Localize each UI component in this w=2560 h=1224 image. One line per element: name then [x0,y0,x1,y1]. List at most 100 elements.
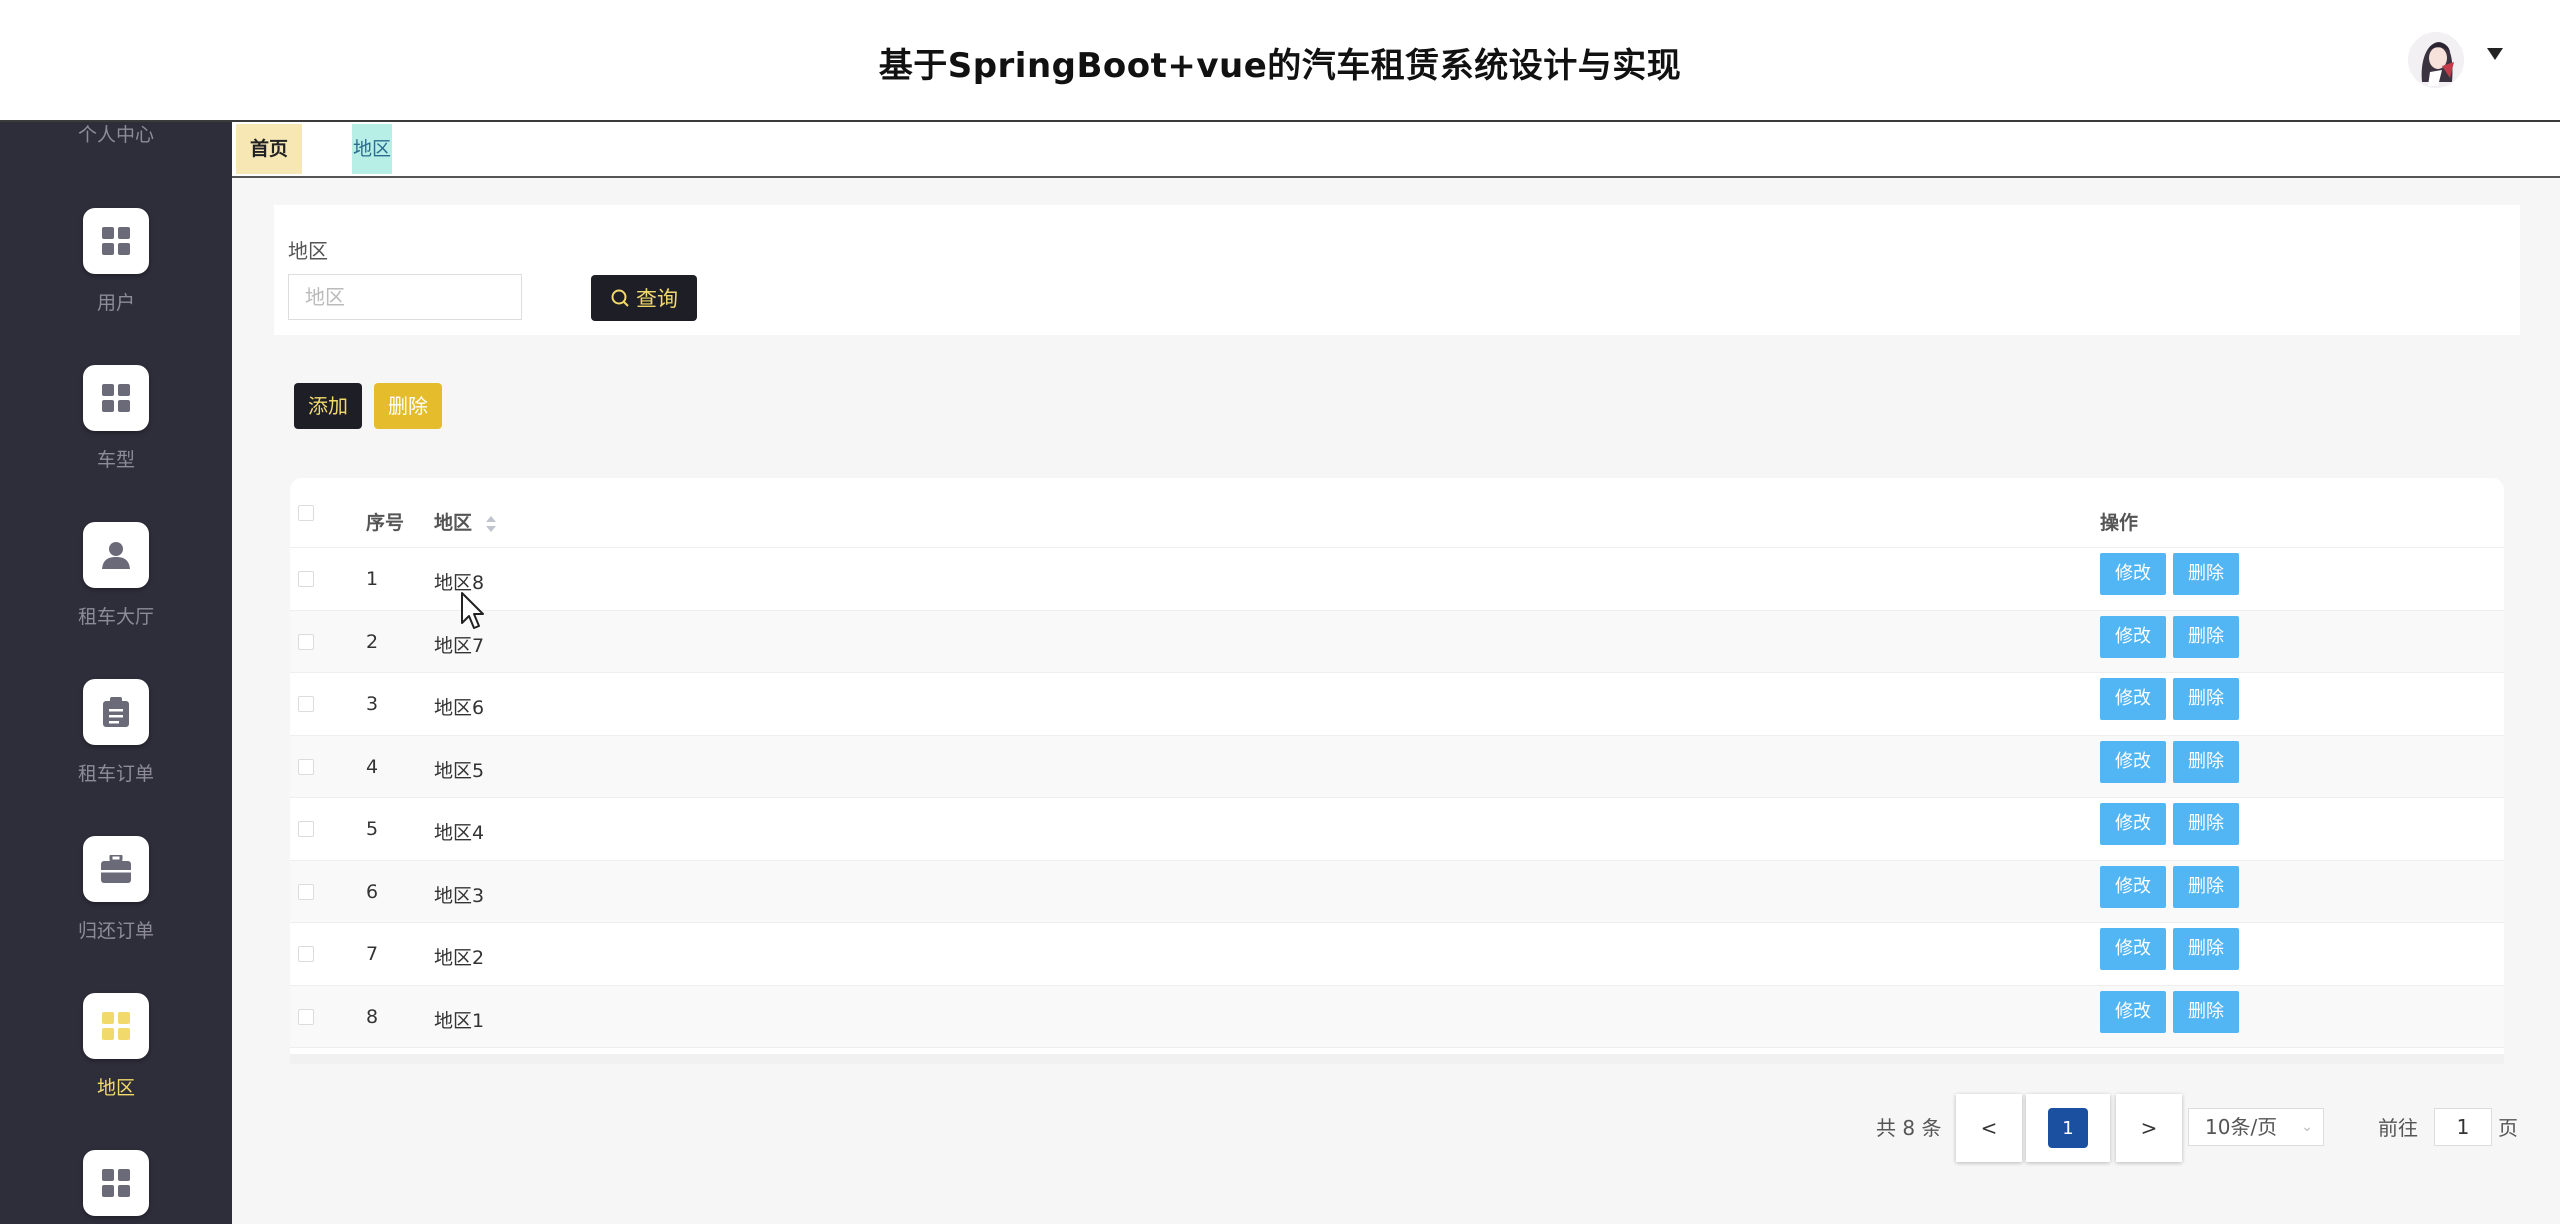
sidebar-item-more[interactable] [0,1150,232,1216]
row-region: 地区3 [434,884,485,907]
row-index: 1 [366,568,379,590]
batch-delete-button[interactable]: 删除 [374,383,442,429]
row-delete-button[interactable]: 删除 [2173,678,2239,720]
sidebar-item-label: 地区 [96,1077,135,1099]
table-row: 3 地区6 修改 删除 [290,673,2504,736]
row-delete-button[interactable]: 删除 [2173,803,2239,845]
sidebar-item-return-orders[interactable]: 归还订单 [0,836,232,943]
user-icon [83,522,149,588]
row-index: 4 [366,755,379,778]
edit-button[interactable]: 修改 [2100,740,2166,783]
row-index: 7 [366,943,379,965]
pagination-total: 共 8 条 [1876,1116,1942,1140]
sidebar-item-rental-orders[interactable]: 租车订单 [0,679,232,786]
search-button[interactable]: 查询 [591,275,697,321]
sidebar-item-region[interactable]: 地区 [0,993,232,1100]
search-label: 地区 [288,239,328,263]
grid-icon [83,365,149,431]
header-region[interactable]: 地区 [434,508,497,535]
search-button-label: 查询 [636,287,678,311]
goto-prefix: 前往 [2378,1116,2418,1140]
page-size-select[interactable]: 10条/页 ⌄ [2188,1108,2324,1146]
search-panel: 地区 查询 [274,205,2520,335]
sidebar-item-label: 归还订单 [77,920,154,942]
next-page-button[interactable]: > [2116,1094,2182,1162]
edit-button[interactable]: 修改 [2100,990,2166,1033]
edit-button[interactable]: 修改 [2100,615,2166,658]
goto-page-input[interactable]: 1 [2434,1108,2492,1146]
table-row: 7 地区2 修改 删除 [290,923,2504,986]
table-row: 6 地区3 修改 删除 [290,860,2504,923]
edit-button[interactable]: 修改 [2100,803,2166,845]
row-region: 地区1 [434,1009,485,1032]
sidebar-item-label: 租车大厅 [77,606,154,628]
row-checkbox[interactable] [298,633,314,650]
row-checkbox[interactable] [298,758,314,775]
page-number-box: 1 [2026,1094,2110,1162]
chevron-down-icon: ⌄ [2301,1119,2313,1135]
table-header: 序号 地区 操作 [290,478,2504,548]
sidebar-item-label: 用户 [96,292,135,314]
edit-button[interactable]: 修改 [2100,865,2166,908]
row-delete-button[interactable]: 删除 [2173,865,2239,908]
sidebar-item-profile[interactable]: 个人中心 [0,122,232,147]
row-checkbox[interactable] [298,1008,314,1025]
edit-button[interactable]: 修改 [2100,553,2166,595]
row-index: 8 [366,1005,379,1028]
current-page-button[interactable]: 1 [2048,1108,2088,1148]
briefcase-icon [83,836,149,902]
row-region: 地区7 [434,634,485,657]
prev-page-button[interactable]: < [1956,1094,2022,1162]
row-delete-button[interactable]: 删除 [2173,740,2239,783]
region-search-input[interactable] [288,274,522,320]
row-checkbox[interactable] [298,883,314,900]
select-all-checkbox[interactable] [298,505,314,521]
sidebar: 个人中心 用户 车型 租车大厅 租车订单 归还订单 地区 [0,122,232,1224]
row-checkbox[interactable] [298,571,314,587]
sidebar-item-users[interactable]: 用户 [0,208,232,315]
header-operation: 操作 [2100,512,2139,534]
region-table: 序号 地区 操作 1 地区8 修改 删除 2 地区7 修改 删除 3 地区6 修改 删除 4 地区5 修改删… [290,478,2504,1064]
row-region: 地区5 [434,759,485,782]
grid-icon [83,993,149,1059]
row-index: 5 [366,818,379,840]
header-region-label: 地区 [434,512,473,534]
row-delete-button[interactable]: 删除 [2173,615,2239,658]
sidebar-item-label: 个人中心 [77,124,154,146]
table-row: 4 地区5 修改 删除 [290,735,2504,798]
sidebar-item-rental-hall[interactable]: 租车大厅 [0,522,232,629]
table-row: 1 地区8 修改 删除 [290,548,2504,611]
tab-region[interactable]: 地区 [352,124,392,174]
app-title: 基于SpringBoot+vue的汽车租赁系统设计与实现 [878,46,1682,86]
row-checkbox[interactable] [298,696,314,712]
sidebar-item-car-type[interactable]: 车型 [0,365,232,472]
tab-bar: 首页 地区 [232,122,2560,178]
grid-icon [83,1150,149,1216]
row-delete-button[interactable]: 删除 [2173,990,2239,1033]
row-checkbox[interactable] [298,946,314,962]
top-header: 基于SpringBoot+vue的汽车租赁系统设计与实现 [0,0,2560,122]
header-index: 序号 [366,512,405,534]
edit-button[interactable]: 修改 [2100,678,2166,720]
row-region: 地区2 [434,947,485,969]
table-scrollbar[interactable] [290,1054,2504,1064]
row-index: 2 [366,630,379,653]
add-button[interactable]: 添加 [294,383,362,429]
table-row: 5 地区4 修改 删除 [290,798,2504,861]
table-row: 8 地区1 修改 删除 [290,985,2504,1048]
row-region: 地区4 [434,822,485,844]
edit-button[interactable]: 修改 [2100,928,2166,970]
row-checkbox[interactable] [298,821,314,837]
tab-home[interactable]: 首页 [236,124,302,174]
row-delete-button[interactable]: 删除 [2173,553,2239,595]
goto-suffix: 页 [2498,1116,2518,1140]
sort-icon[interactable] [485,514,497,534]
row-delete-button[interactable]: 删除 [2173,928,2239,970]
avatar[interactable] [2408,32,2464,88]
row-index: 3 [366,693,379,715]
search-icon [611,289,629,307]
sidebar-item-label: 租车订单 [77,763,154,785]
grid-icon [83,208,149,274]
sidebar-item-label: 车型 [96,449,135,471]
caret-down-icon[interactable] [2487,48,2503,60]
